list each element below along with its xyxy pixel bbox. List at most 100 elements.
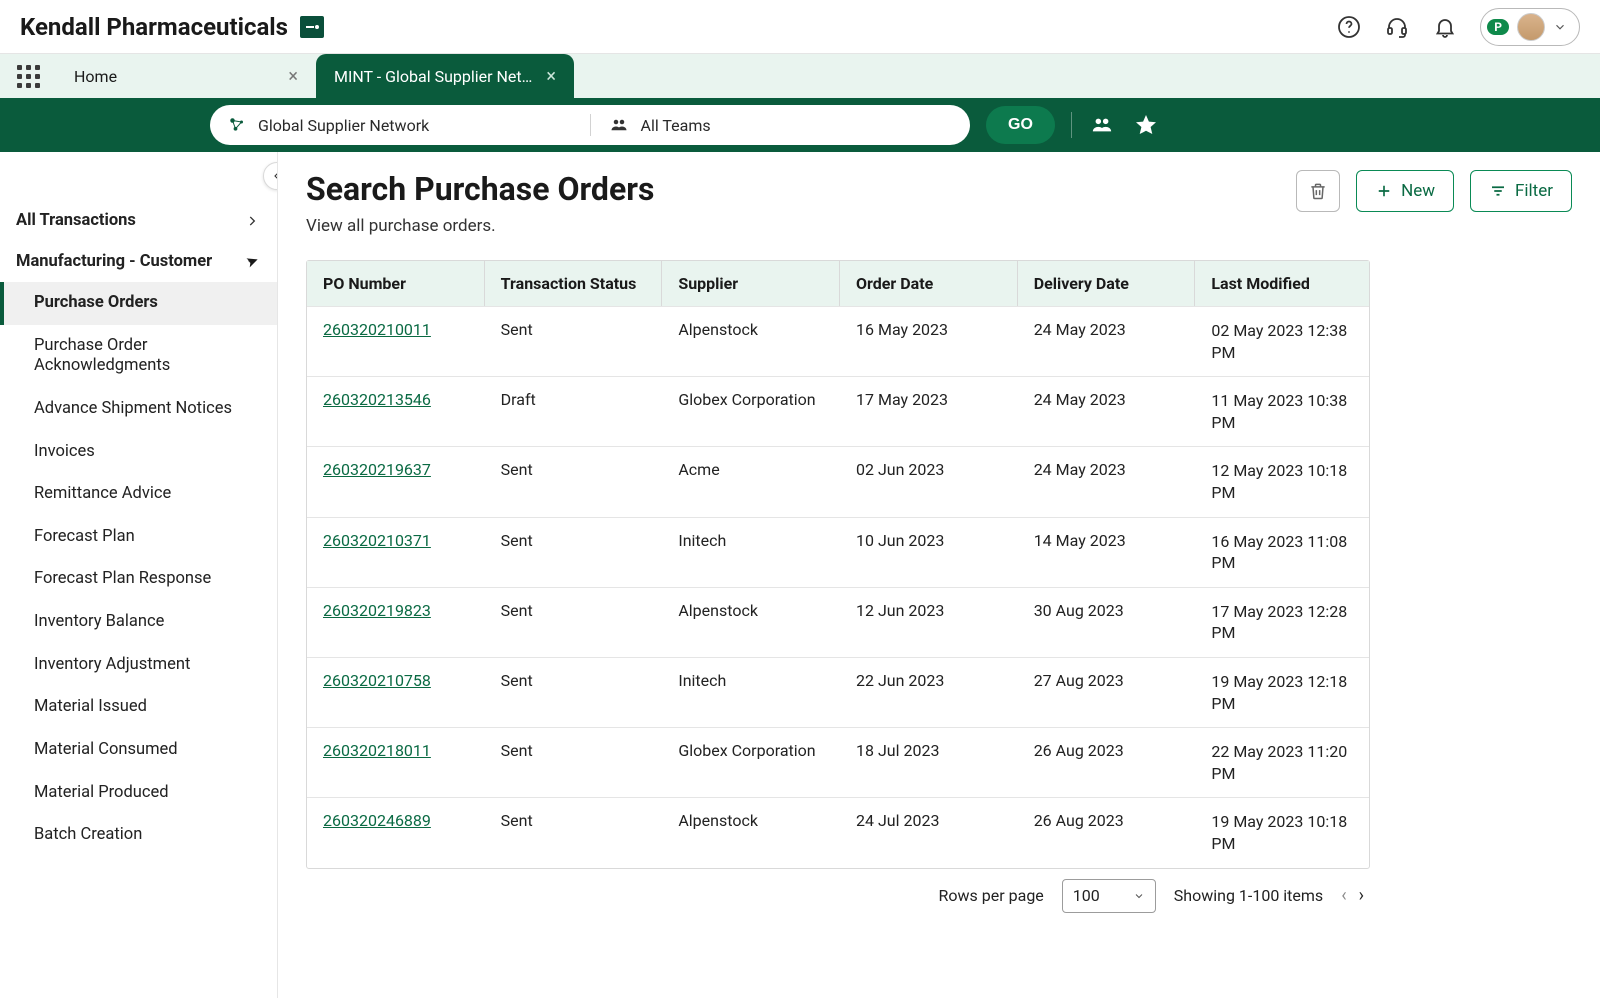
po-link[interactable]: 260320219823 — [323, 601, 431, 620]
tab-home[interactable]: Home × — [56, 54, 316, 98]
user-menu[interactable]: P — [1480, 8, 1580, 46]
sidebar-item-forecast-response[interactable]: Forecast Plan Response — [0, 558, 277, 601]
cell-delivery-date: 14 May 2023 — [1018, 518, 1196, 587]
cell-order-date: 02 Jun 2023 — [840, 447, 1018, 516]
cell-order-date: 22 Jun 2023 — [840, 658, 1018, 727]
sidebar-all-transactions[interactable]: All Transactions — [0, 200, 277, 241]
rpp-select[interactable]: 100 — [1062, 879, 1156, 913]
cell-status: Sent — [485, 728, 663, 797]
th-po[interactable]: PO Number — [307, 261, 485, 306]
sidebar-item-forecast-plan[interactable]: Forecast Plan — [0, 516, 277, 559]
tab-strip: Home × MINT - Global Supplier Net… × — [0, 54, 1600, 98]
sidebar-item-material-issued[interactable]: Material Issued — [0, 686, 277, 729]
avatar — [1517, 13, 1545, 41]
pagination: Rows per page 100 Showing 1-100 items ‹ … — [306, 873, 1370, 919]
th-last-modified[interactable]: Last Modified — [1195, 261, 1369, 306]
th-status[interactable]: Transaction Status — [485, 261, 663, 306]
sidebar-item-invoices[interactable]: Invoices — [0, 431, 277, 474]
cell-last-modified: 19 May 2023 10:18 PM — [1195, 798, 1369, 867]
context-search: Global Supplier Network All Teams — [210, 105, 970, 145]
cell-delivery-date: 27 Aug 2023 — [1018, 658, 1196, 727]
sidebar-item-material-produced[interactable]: Material Produced — [0, 772, 277, 815]
cell-status: Sent — [485, 798, 663, 867]
table-row: 260320210011SentAlpenstock16 May 202324 … — [307, 306, 1369, 376]
collapse-sidebar-button[interactable] — [263, 162, 278, 190]
go-button[interactable]: GO — [986, 106, 1055, 144]
th-supplier[interactable]: Supplier — [662, 261, 840, 306]
cell-status: Sent — [485, 447, 663, 516]
cell-supplier: Acme — [662, 447, 840, 516]
cell-supplier: Initech — [662, 518, 840, 587]
cell-last-modified: 12 May 2023 10:18 PM — [1195, 447, 1369, 516]
sidebar-group-manufacturing[interactable]: Manufacturing - Customer — [0, 241, 277, 282]
po-link[interactable]: 260320210758 — [323, 671, 431, 690]
user-badge: P — [1487, 19, 1509, 35]
close-icon[interactable]: × — [288, 66, 298, 87]
sidebar-item-material-consumed[interactable]: Material Consumed — [0, 729, 277, 772]
filter-button[interactable]: Filter — [1470, 170, 1572, 212]
team-icon — [609, 116, 629, 134]
po-link[interactable]: 260320218011 — [323, 741, 431, 760]
th-delivery-date[interactable]: Delivery Date — [1018, 261, 1196, 306]
close-icon[interactable]: × — [546, 66, 556, 87]
apps-launcher[interactable] — [0, 54, 56, 98]
table-row: 260320213546DraftGlobex Corporation17 Ma… — [307, 376, 1369, 446]
sidebar-item-label: Batch Creation — [34, 825, 142, 844]
sidebar-item-remittance[interactable]: Remittance Advice — [0, 473, 277, 516]
sidebar-item-label: Remittance Advice — [34, 484, 171, 503]
table-row: 260320246889SentAlpenstock24 Jul 202326 … — [307, 797, 1369, 867]
team-value: All Teams — [641, 116, 711, 135]
po-link[interactable]: 260320219637 — [323, 460, 431, 479]
brand-name: Kendall Pharmaceuticals — [20, 13, 288, 41]
sidebar-item-label: Inventory Balance — [34, 612, 164, 631]
star-icon[interactable] — [1132, 111, 1160, 139]
cell-delivery-date: 24 May 2023 — [1018, 447, 1196, 516]
cell-last-modified: 19 May 2023 12:18 PM — [1195, 658, 1369, 727]
cell-po: 260320218011 — [307, 728, 485, 797]
topbar: Kendall Pharmaceuticals P — [0, 0, 1600, 54]
prev-page[interactable]: ‹ — [1341, 885, 1346, 906]
th-order-date[interactable]: Order Date — [840, 261, 1018, 306]
cell-supplier: Initech — [662, 658, 840, 727]
po-link[interactable]: 260320210371 — [323, 531, 431, 550]
cell-last-modified: 16 May 2023 11:08 PM — [1195, 518, 1369, 587]
new-label: New — [1401, 181, 1435, 201]
po-link[interactable]: 260320210011 — [323, 320, 431, 339]
sidebar-item-inventory-balance[interactable]: Inventory Balance — [0, 601, 277, 644]
context-bar: Global Supplier Network All Teams GO — [0, 98, 1600, 152]
po-link[interactable]: 260320213546 — [323, 390, 431, 409]
team-selector[interactable]: All Teams — [591, 116, 971, 135]
delete-button[interactable] — [1296, 170, 1340, 212]
cell-status: Sent — [485, 518, 663, 587]
cell-order-date: 18 Jul 2023 — [840, 728, 1018, 797]
next-page[interactable]: › — [1359, 885, 1364, 906]
table-row: 260320219637 SentAcme02 Jun 202324 May 20… — [307, 446, 1369, 516]
brand: Kendall Pharmaceuticals — [20, 13, 324, 41]
tab-active[interactable]: MINT - Global Supplier Net… × — [316, 54, 574, 98]
new-button[interactable]: New — [1356, 170, 1454, 212]
cell-supplier: Alpenstock — [662, 798, 840, 867]
help-icon[interactable] — [1336, 14, 1362, 40]
sidebar-item-label: Material Produced — [34, 783, 169, 802]
headset-icon[interactable] — [1384, 14, 1410, 40]
table-row: 260320219823SentAlpenstock12 Jun 202330 … — [307, 587, 1369, 657]
sidebar-item-purchase-orders[interactable]: Purchase Orders — [0, 282, 277, 325]
cell-po: 260320210011 — [307, 307, 485, 376]
sidebar-item-po-ack[interactable]: Purchase Order Acknowledgments — [0, 325, 277, 388]
sidebar-item-inventory-adjustment[interactable]: Inventory Adjustment — [0, 644, 277, 687]
cell-po: 260320210371 — [307, 518, 485, 587]
page-header: Search Purchase Orders View all purchase… — [306, 170, 1572, 236]
po-link[interactable]: 260320246889 — [323, 811, 431, 830]
table-row: 260320210758SentInitech22 Jun 202327 Aug… — [307, 657, 1369, 727]
people-icon[interactable] — [1088, 111, 1116, 139]
network-selector[interactable]: Global Supplier Network — [210, 116, 590, 135]
sidebar-item-batch-creation[interactable]: Batch Creation — [0, 814, 277, 857]
cell-po: 260320210758 — [307, 658, 485, 727]
bell-icon[interactable] — [1432, 14, 1458, 40]
rpp-value: 100 — [1073, 886, 1100, 905]
cell-status: Sent — [485, 307, 663, 376]
sidebar: All Transactions Manufacturing - Custome… — [0, 152, 278, 998]
sidebar-item-asn[interactable]: Advance Shipment Notices — [0, 388, 277, 431]
cell-order-date: 17 May 2023 — [840, 377, 1018, 446]
page-actions: New Filter — [1296, 170, 1572, 212]
